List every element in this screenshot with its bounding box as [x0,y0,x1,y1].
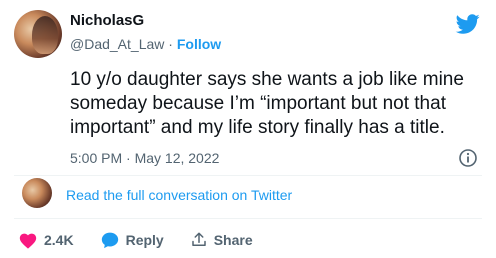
reply-icon [101,232,118,249]
embedded-tweet-card: NicholasG @Dad_At_Law · Follow 10 y/o da… [0,0,496,258]
like-count: 2.4K [44,232,74,248]
share-icon [191,232,206,246]
handle-separator: · [168,36,173,52]
tweet-actions: 2.4K Reply Share [18,230,279,250]
conversation-avatar [22,178,52,208]
twitter-bird-icon[interactable] [454,12,482,36]
avatar-photo-detail [32,16,58,54]
divider [14,218,482,219]
info-icon[interactable] [458,148,478,168]
author-handle[interactable]: @Dad_At_Law [70,36,164,52]
author-name[interactable]: NicholasG [70,12,144,30]
like-button[interactable]: 2.4K [18,231,74,249]
reply-label: Reply [125,232,164,248]
heart-icon [19,233,37,249]
tweet-text: 10 y/o daughter says she wants a job lik… [70,69,464,138]
tweet-timestamp[interactable]: 5:00 PM · May 12, 2022 [70,149,219,167]
author-avatar[interactable] [14,10,62,58]
follow-link[interactable]: Follow [177,36,221,52]
read-conversation-link[interactable]: Read the full conversation on Twitter [66,186,292,204]
author-handle-line: @Dad_At_Law · Follow [70,35,221,53]
share-button[interactable]: Share [190,231,253,249]
share-label: Share [213,232,253,248]
divider [14,175,482,176]
reply-button[interactable]: Reply [100,231,164,249]
